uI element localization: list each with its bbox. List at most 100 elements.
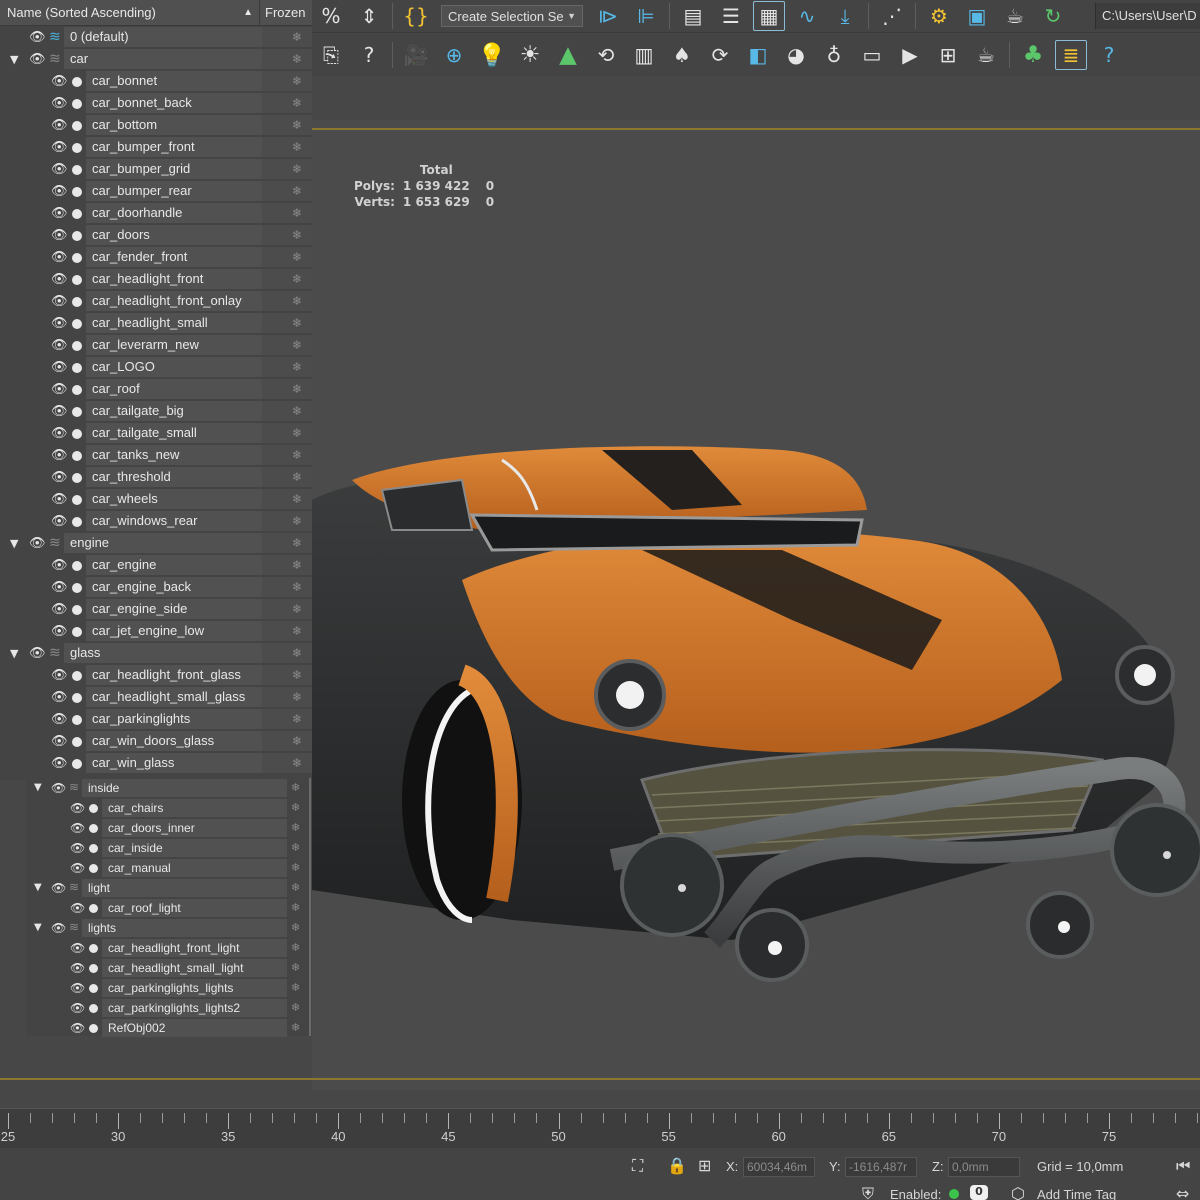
frozen-cell[interactable] [262,467,312,487]
tree-object-row[interactable]: 👁 car_doors ❄ [0,224,312,246]
mirror-icon[interactable]: ⧐ [592,1,624,31]
frozen-cell[interactable] [262,379,312,399]
freeze-toggle-icon[interactable]: ❄ [292,514,302,528]
visibility-eye-icon[interactable]: 👁 [51,580,68,595]
tree-object-row[interactable]: 👁 car_parkinglights_lights2 ❄ [26,998,311,1018]
isolate-selection-icon[interactable]: ⛶ [632,1156,643,1176]
forest-icon[interactable]: ♣ [1017,40,1049,70]
frozen-cell[interactable] [262,71,312,91]
visibility-eye-icon[interactable]: 👁 [51,514,68,529]
tree-object-row[interactable]: 👁 car_headlight_front_onlay ❄ [0,290,312,312]
frozen-cell[interactable] [262,599,312,619]
freeze-toggle-icon[interactable]: ❄ [292,624,302,638]
freeze-toggle-icon[interactable]: ❄ [292,206,302,220]
freeze-toggle-icon[interactable]: ❄ [292,492,302,506]
visibility-eye-icon[interactable]: 👁 [51,448,68,463]
visibility-eye-icon[interactable]: 👁 [51,426,68,441]
tree-object-row[interactable]: 👁 car_parkinglights ❄ [0,708,312,730]
visibility-eye-icon[interactable]: 👁 [29,536,46,551]
freeze-toggle-icon[interactable]: ❄ [291,921,300,934]
visibility-eye-icon[interactable]: 👁 [70,841,85,855]
create-selection-set-dropdown[interactable]: Create Selection Se ▼ [441,5,583,27]
enabled-value-badge[interactable]: 0 [970,1185,988,1200]
media-icon[interactable]: ▶ [894,40,926,70]
sun-icon[interactable]: ☀ [514,40,546,70]
box-icon[interactable]: ▭ [856,40,888,70]
frozen-cell[interactable] [262,621,312,641]
add-time-tag-button[interactable]: Add Time Tag [1037,1187,1116,1200]
frozen-cell[interactable] [262,335,312,355]
frozen-cell[interactable] [262,709,312,729]
visibility-eye-icon[interactable]: 👁 [51,921,66,935]
freeze-toggle-icon[interactable]: ❄ [291,981,300,994]
freeze-toggle-icon[interactable]: ❄ [292,140,302,154]
absolute-mode-icon[interactable]: ⊞ [698,1156,711,1175]
freeze-toggle-icon[interactable]: ❄ [292,30,302,44]
frozen-cell[interactable] [262,643,312,663]
tree-object-row[interactable]: 👁 car_headlight_small_glass ❄ [0,686,312,708]
tree-layer-row[interactable]: ▼ 👁 ≋ inside ❄ [26,778,311,798]
x-coord-field[interactable]: 60034,46m [743,1157,815,1177]
render-setup-icon[interactable]: ⚙ [923,1,955,31]
freeze-toggle-icon[interactable]: ❄ [292,184,302,198]
curve-editor-icon[interactable]: ∿ [791,1,823,31]
frozen-cell[interactable] [262,423,312,443]
freeze-toggle-icon[interactable]: ❄ [291,1001,300,1014]
help-icon[interactable]: ? [353,40,385,70]
visibility-eye-icon[interactable]: 👁 [51,294,68,309]
frozen-cell[interactable] [262,731,312,751]
tree-object-row[interactable]: 👁 car_engine_back ❄ [0,576,312,598]
expand-arrow-icon[interactable]: ▼ [10,647,18,660]
frozen-cell[interactable] [262,181,312,201]
tree-object-row[interactable]: 👁 car_headlight_small ❄ [0,312,312,334]
camera-icon[interactable]: 🎥 [400,40,432,70]
freeze-toggle-icon[interactable]: ❄ [292,448,302,462]
freeze-toggle-icon[interactable]: ❄ [292,712,302,726]
y-coord-field[interactable]: -1616,487r [845,1157,917,1177]
tree-object-row[interactable]: 👁 car_roof ❄ [0,378,312,400]
tree-icon[interactable]: ▲ [552,40,584,70]
visibility-eye-icon[interactable]: 👁 [51,338,68,353]
visibility-eye-icon[interactable]: 👁 [70,1021,85,1035]
tree-object-row[interactable]: 👁 car_tanks_new ❄ [0,444,312,466]
tree-object-row[interactable]: 👁 car_bottom ❄ [0,114,312,136]
freeze-toggle-icon[interactable]: ❄ [291,801,300,814]
tree-object-row[interactable]: 👁 car_parkinglights_lights ❄ [26,978,311,998]
freeze-toggle-icon[interactable]: ❄ [292,536,302,550]
timeline-track-bar[interactable]: 25 30 35 40 45 50 55 60 65 70 75 [0,1108,1200,1148]
frozen-cell[interactable] [262,489,312,509]
z-coord-field[interactable]: 0,0mm [948,1157,1020,1177]
tree-object-row[interactable]: 👁 car_bumper_front ❄ [0,136,312,158]
visibility-eye-icon[interactable]: 👁 [51,96,68,111]
frozen-cell[interactable] [262,137,312,157]
adaptive-degradation-icon[interactable]: ⛨ [862,1184,874,1200]
visibility-eye-icon[interactable]: 👁 [51,404,68,419]
tree-object-row[interactable]: 👁 car_leverarm_new ❄ [0,334,312,356]
freeze-toggle-icon[interactable]: ❄ [292,690,302,704]
visibility-eye-icon[interactable]: 👁 [51,316,68,331]
frozen-cell[interactable] [262,247,312,267]
snap-percent-icon[interactable]: % [315,1,347,31]
tree-object-row[interactable]: 👁 car_doorhandle ❄ [0,202,312,224]
tree-object-row[interactable]: 👁 car_headlight_front_light ❄ [26,938,311,958]
tree-layer-row[interactable]: ▼ 👁 ≋ car ❄ [0,48,312,70]
freeze-toggle-icon[interactable]: ❄ [292,250,302,264]
visibility-eye-icon[interactable]: 👁 [51,668,68,683]
visibility-eye-icon[interactable]: 👁 [51,602,68,617]
frozen-cell[interactable] [262,445,312,465]
frozen-cell[interactable] [262,291,312,311]
freeze-toggle-icon[interactable]: ❄ [292,118,302,132]
freeze-toggle-icon[interactable]: ❄ [292,272,302,286]
frozen-cell[interactable] [262,555,312,575]
expand-arrow-icon[interactable]: ▼ [10,53,18,66]
frozen-cell[interactable] [262,401,312,421]
freeze-toggle-icon[interactable]: ❄ [291,841,300,854]
frozen-cell[interactable] [262,753,312,773]
freeze-toggle-icon[interactable]: ❄ [292,756,302,770]
freeze-toggle-icon[interactable]: ❄ [292,162,302,176]
visibility-eye-icon[interactable]: 👁 [29,52,46,67]
palette-icon[interactable]: ◕ [780,40,812,70]
tree-object-row[interactable]: 👁 car_engine ❄ [0,554,312,576]
visibility-eye-icon[interactable]: 👁 [51,272,68,287]
freeze-toggle-icon[interactable]: ❄ [292,294,302,308]
